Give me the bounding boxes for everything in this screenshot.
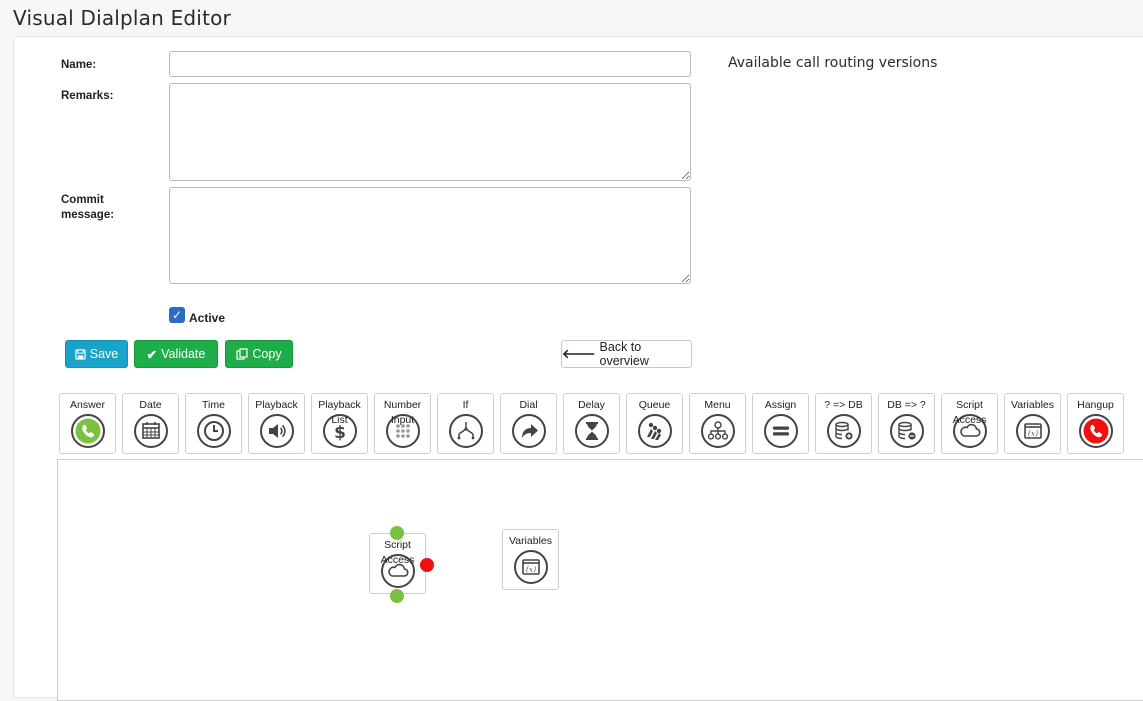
- save-button-label: Save: [89, 347, 119, 361]
- remarks-label: Remarks:: [61, 90, 114, 102]
- branch-icon: [449, 414, 483, 448]
- forward-arrow-icon: [512, 414, 546, 448]
- copy-button-label: Copy: [252, 347, 282, 361]
- palette-item-menu[interactable]: Menu: [689, 393, 746, 454]
- palette-item-label: If: [462, 399, 469, 411]
- back-button-label: Back to overview: [599, 340, 649, 368]
- palette-item-time[interactable]: Time: [185, 393, 242, 454]
- connector-output[interactable]: [390, 589, 404, 603]
- variables-icon: {x}: [1016, 414, 1050, 448]
- svg-text:{x}: {x}: [1027, 430, 1039, 438]
- name-input[interactable]: [169, 51, 691, 77]
- palette-item-from-db[interactable]: DB => ?: [878, 393, 935, 454]
- phone-hangup-icon: [1079, 414, 1113, 448]
- db-write-icon: [827, 414, 861, 448]
- check-icon: ✔: [146, 347, 158, 362]
- hourglass-icon: [575, 414, 609, 448]
- validate-button-label: Validate: [161, 347, 206, 361]
- palette-item-queue[interactable]: Queue: [626, 393, 683, 454]
- clock-icon: [197, 414, 231, 448]
- save-icon: [75, 348, 86, 360]
- canvas-node-script-access[interactable]: Script Access: [369, 533, 426, 594]
- copy-icon: [236, 348, 249, 360]
- validate-button[interactable]: ✔ Validate: [134, 340, 218, 368]
- palette-item-label: Script Access: [952, 399, 987, 426]
- palette-item-variables[interactable]: Variables {x}: [1004, 393, 1061, 454]
- copy-button[interactable]: Copy: [225, 340, 293, 368]
- page-title: Visual Dialplan Editor: [13, 6, 231, 30]
- palette-item-label: Time: [202, 399, 225, 411]
- flow-canvas[interactable]: Script Access Variables {x}: [57, 459, 1143, 701]
- palette-item-number-input[interactable]: Number Input: [374, 393, 431, 454]
- palette-item-assign[interactable]: Assign: [752, 393, 809, 454]
- palette-item-if[interactable]: If: [437, 393, 494, 454]
- back-to-overview-button[interactable]: 🡐 Back to overview: [561, 340, 692, 368]
- palette-item-label: Menu: [704, 399, 731, 411]
- speaker-icon: [260, 414, 294, 448]
- canvas-node-label: Variables: [509, 535, 552, 547]
- palette-item-label: Dial: [519, 399, 538, 411]
- palette-item-answer[interactable]: Answer: [59, 393, 116, 454]
- db-read-icon: [890, 414, 924, 448]
- sitemap-icon: [701, 414, 735, 448]
- palette-item-label: Queue: [638, 399, 671, 411]
- palette-item-label: DB => ?: [887, 399, 926, 411]
- palette-item-label: Date: [139, 399, 162, 411]
- palette-item-label: Playback: [255, 399, 298, 411]
- palette-item-playback-list[interactable]: Playback List $: [311, 393, 368, 454]
- commit-message-textarea[interactable]: [169, 187, 691, 284]
- variables-icon: {x}: [514, 550, 548, 584]
- available-versions-title: Available call routing versions: [728, 55, 938, 71]
- svg-text:{x}: {x}: [525, 566, 537, 574]
- save-button[interactable]: Save: [65, 340, 128, 368]
- palette-item-to-db[interactable]: ? => DB: [815, 393, 872, 454]
- palette-item-label: Delay: [578, 399, 605, 411]
- commit-message-label: Commit message:: [61, 194, 115, 221]
- arrow-left-icon: 🡐: [562, 346, 596, 361]
- queue-icon: [638, 414, 672, 448]
- canvas-node-variables[interactable]: Variables {x}: [502, 529, 559, 590]
- phone-answer-icon: [71, 414, 105, 448]
- equals-icon: [764, 414, 798, 448]
- palette-item-script-access[interactable]: Script Access: [941, 393, 998, 454]
- name-label: Name:: [61, 59, 97, 71]
- calendar-icon: [134, 414, 168, 448]
- canvas-node-label: Script Access: [380, 539, 415, 566]
- active-label: Active: [189, 311, 226, 325]
- palette-item-dial[interactable]: Dial: [500, 393, 557, 454]
- palette-item-delay[interactable]: Delay: [563, 393, 620, 454]
- remarks-textarea[interactable]: [169, 83, 691, 181]
- palette-item-label: Number Input: [383, 399, 422, 426]
- palette-item-label: Answer: [69, 399, 105, 411]
- active-checkbox[interactable]: ✓: [169, 307, 185, 323]
- palette-item-hangup[interactable]: Hangup: [1067, 393, 1124, 454]
- palette-item-date[interactable]: Date: [122, 393, 179, 454]
- palette-item-label: Hangup: [1077, 399, 1114, 411]
- palette-item-label: Playback List: [318, 399, 361, 426]
- palette-item-label: ? => DB: [824, 399, 863, 411]
- palette-item-label: Variables: [1011, 399, 1054, 411]
- palette-item-playback[interactable]: Playback: [248, 393, 305, 454]
- palette-item-label: Assign: [764, 399, 797, 411]
